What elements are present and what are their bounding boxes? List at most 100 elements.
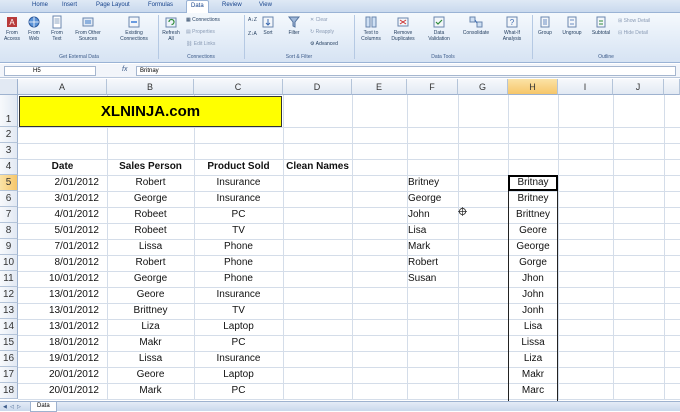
header-product-sold[interactable]: Product Sold bbox=[194, 159, 283, 175]
date-cell[interactable]: 10/01/2012 bbox=[18, 271, 99, 287]
product-cell[interactable]: Phone bbox=[194, 255, 283, 271]
product-cell[interactable]: Insurance bbox=[194, 175, 283, 191]
tab-data[interactable]: Data bbox=[186, 0, 209, 13]
sales-person-cell[interactable]: Lissa bbox=[107, 239, 194, 255]
clean-list-cell[interactable]: George bbox=[408, 191, 441, 207]
row-header-16[interactable]: 16 bbox=[0, 351, 18, 367]
what-if-analysis-button[interactable]: ? What-If Analysis bbox=[496, 15, 528, 42]
column-header-g[interactable]: G bbox=[458, 79, 508, 95]
select-all-corner[interactable] bbox=[0, 79, 18, 95]
product-cell[interactable]: TV bbox=[194, 303, 283, 319]
date-cell[interactable]: 3/01/2012 bbox=[18, 191, 100, 207]
sales-person-cell[interactable]: George bbox=[107, 191, 194, 207]
row-header-10[interactable]: 10 bbox=[0, 255, 18, 271]
name-variant-cell[interactable]: George bbox=[508, 239, 558, 255]
product-cell[interactable]: PC bbox=[194, 207, 283, 223]
product-cell[interactable]: Laptop bbox=[194, 319, 283, 335]
sort-button[interactable]: Sort bbox=[260, 15, 276, 36]
row-header-3[interactable]: 3 bbox=[0, 143, 18, 159]
sort-za-button[interactable]: Z↓A bbox=[248, 31, 257, 37]
tab-page-layout[interactable]: Page Layout bbox=[96, 2, 130, 8]
filter-button[interactable]: Filter bbox=[284, 15, 304, 36]
remove-duplicates-button[interactable]: Remove Duplicates bbox=[387, 15, 419, 42]
product-cell[interactable]: Insurance bbox=[194, 287, 283, 303]
sales-person-cell[interactable]: Geore bbox=[107, 287, 194, 303]
tab-view[interactable]: View bbox=[259, 2, 272, 8]
show-detail-button[interactable]: ⊞ Show Detail bbox=[618, 18, 650, 24]
row-header-12[interactable]: 12 bbox=[0, 287, 18, 303]
row-header-4[interactable]: 4 bbox=[0, 159, 18, 175]
name-variant-cell[interactable]: Marc bbox=[508, 383, 558, 399]
name-variant-cell[interactable]: Britney bbox=[508, 191, 558, 207]
clean-list-cell[interactable]: Britney bbox=[408, 175, 439, 191]
column-header-j[interactable]: J bbox=[613, 79, 664, 95]
row-header-5[interactable]: 5 bbox=[0, 175, 18, 191]
sales-person-cell[interactable]: Robert bbox=[107, 175, 194, 191]
tab-home[interactable]: Home bbox=[32, 2, 48, 8]
text-to-columns-button[interactable]: Text to Columns bbox=[357, 15, 385, 42]
date-cell[interactable]: 4/01/2012 bbox=[18, 207, 100, 223]
sales-person-cell[interactable]: Brittney bbox=[107, 303, 194, 319]
product-cell[interactable]: TV bbox=[194, 223, 283, 239]
existing-connections-button[interactable]: Existing Connections bbox=[114, 15, 154, 42]
clean-list-cell[interactable]: Lisa bbox=[408, 223, 426, 239]
name-variant-cell[interactable]: Jhon bbox=[508, 271, 558, 287]
hide-detail-button[interactable]: ⊟ Hide Detail bbox=[618, 30, 648, 36]
date-cell[interactable]: 20/01/2012 bbox=[18, 367, 99, 383]
header-clean-names[interactable]: Clean Names bbox=[283, 159, 352, 175]
prev-sheet-icon[interactable]: ◁ bbox=[10, 404, 14, 410]
name-variant-cell[interactable]: Lisa bbox=[508, 319, 558, 335]
formula-input[interactable]: Britnay bbox=[136, 66, 676, 76]
column-header-f[interactable]: F bbox=[407, 79, 458, 95]
row-header-14[interactable]: 14 bbox=[0, 319, 18, 335]
date-cell[interactable]: 7/01/2012 bbox=[18, 239, 100, 255]
date-cell[interactable]: 5/01/2012 bbox=[18, 223, 100, 239]
clean-list-cell[interactable]: John bbox=[408, 207, 430, 223]
clean-list-cell[interactable]: Mark bbox=[408, 239, 430, 255]
column-header-e[interactable]: E bbox=[352, 79, 407, 95]
row-header-6[interactable]: 6 bbox=[0, 191, 18, 207]
column-header-k[interactable] bbox=[664, 79, 680, 95]
consolidate-button[interactable]: Consolidate bbox=[458, 15, 494, 36]
row-header-9[interactable]: 9 bbox=[0, 239, 18, 255]
sales-person-cell[interactable]: Liza bbox=[107, 319, 194, 335]
name-variant-cell[interactable]: Brittney bbox=[508, 207, 558, 223]
tab-review[interactable]: Review bbox=[222, 2, 242, 8]
sales-person-cell[interactable]: Robert bbox=[107, 255, 194, 271]
name-variant-cell[interactable]: Geore bbox=[508, 223, 558, 239]
name-variant-cell[interactable]: John bbox=[508, 287, 558, 303]
ungroup-button[interactable]: Ungroup bbox=[559, 15, 585, 36]
column-header-h[interactable]: H bbox=[508, 79, 558, 95]
column-header-i[interactable]: I bbox=[558, 79, 613, 95]
date-cell[interactable]: 13/01/2012 bbox=[18, 303, 99, 319]
properties-button[interactable]: ▤ Properties bbox=[186, 29, 215, 35]
sales-person-cell[interactable]: Robeet bbox=[107, 223, 194, 239]
date-cell[interactable]: 2/01/2012 bbox=[18, 175, 100, 191]
subtotal-button[interactable]: Subtotal bbox=[588, 15, 614, 36]
refresh-all-button[interactable]: Refresh All bbox=[160, 15, 182, 42]
sales-person-cell[interactable]: Geore bbox=[107, 367, 194, 383]
date-cell[interactable]: 13/01/2012 bbox=[18, 319, 99, 335]
name-box[interactable]: H5 bbox=[4, 66, 96, 76]
product-cell[interactable]: PC bbox=[194, 383, 283, 399]
column-header-d[interactable]: D bbox=[283, 79, 352, 95]
from-web-button[interactable]: From Web bbox=[24, 15, 44, 42]
sort-az-button[interactable]: A↓Z bbox=[248, 17, 257, 23]
title-banner[interactable]: XLNINJA.com bbox=[19, 96, 282, 127]
sales-person-cell[interactable]: Lissa bbox=[107, 351, 194, 367]
next-sheet-icon[interactable]: ▷ bbox=[17, 404, 21, 410]
name-variant-cell[interactable]: Britnay bbox=[508, 175, 558, 191]
row-header-18[interactable]: 18 bbox=[0, 383, 18, 399]
date-cell[interactable]: 8/01/2012 bbox=[18, 255, 100, 271]
row-header-2[interactable]: 2 bbox=[0, 127, 18, 143]
first-sheet-icon[interactable]: ◀ bbox=[3, 404, 7, 410]
clean-list-cell[interactable]: Robert bbox=[408, 255, 438, 271]
name-variant-cell[interactable]: Jonh bbox=[508, 303, 558, 319]
name-variant-cell[interactable]: Lissa bbox=[508, 335, 558, 351]
name-variant-cell[interactable]: Makr bbox=[508, 367, 558, 383]
data-validation-button[interactable]: Data Validation bbox=[423, 15, 455, 42]
sales-person-cell[interactable]: George bbox=[107, 271, 194, 287]
from-text-button[interactable]: From Text bbox=[47, 15, 67, 42]
date-cell[interactable]: 20/01/2012 bbox=[18, 383, 99, 399]
from-other-sources-button[interactable]: From Other Sources bbox=[70, 15, 106, 42]
